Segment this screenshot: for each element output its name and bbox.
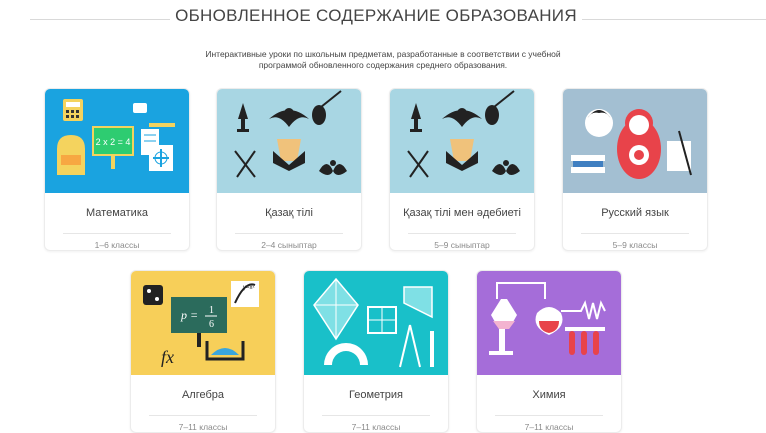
course-grades: 7–11 классы [524,422,574,432]
page-title: ОБНОВЛЕННОЕ СОДЕРЖАНИЕ ОБРАЗОВАНИЯ [175,6,577,25]
kazakh-ornament-icon [390,89,534,193]
svg-text:y=x²: y=x² [243,285,255,291]
course-card-mathematics[interactable]: 2 x 2 = 4 Математика 1–6 классы [44,88,190,251]
course-name: Қазақ тілі [265,207,313,219]
header-divider-right [582,19,766,20]
course-card-algebra[interactable]: p = 1 6 y=x² fx Алгебра 7–11 классы [130,270,276,433]
card-divider [408,233,516,234]
course-name: Алгебра [181,389,225,401]
svg-text:6: 6 [209,319,214,330]
subtitle-line-2: программой обновленного содержания средн… [258,60,508,70]
course-name: Қазақ тілі мен әдебиеті [403,207,521,219]
course-card-kazakh-literature[interactable]: Қазақ тілі мен әдебиеті 5–9 сыныптар [389,88,535,251]
course-grades: 5–9 классы [612,240,658,250]
course-grades: 7–11 классы [178,422,228,432]
page-subtitle: Интерактивные уроки по школьным предмета… [150,49,616,71]
header-divider-left [30,19,170,20]
svg-text:p =: p = [180,308,198,322]
chemistry-icon [477,271,621,375]
course-card-chemistry[interactable]: Химия 7–11 классы [476,270,622,433]
geometry-icon [304,271,448,375]
svg-text:fx: fx [161,347,174,367]
course-grades: 1–6 классы [94,240,140,250]
matryoshka-icon [563,89,707,193]
course-grades: 7–11 классы [351,422,401,432]
algebra-icon: p = 1 6 y=x² fx [131,271,275,375]
course-grades: 5–9 сыныптар [434,240,490,250]
section-header: ОБНОВЛЕННОЕ СОДЕРЖАНИЕ ОБРАЗОВАНИЯ [0,6,766,32]
course-name: Математика [86,207,148,219]
card-divider [495,415,603,416]
card-divider [63,233,171,234]
course-card-geometry[interactable]: Геометрия 7–11 классы [303,270,449,433]
course-name: Геометрия [348,389,404,401]
course-name: Химия [532,389,566,401]
course-card-kazakh-language[interactable]: Қазақ тілі 2–4 сыныптар [216,88,362,251]
course-grades: 2–4 сыныптар [261,240,317,250]
kazakh-ornament-icon [217,89,361,193]
svg-text:1: 1 [209,305,214,316]
card-divider [322,415,430,416]
card-divider [235,233,343,234]
card-divider [149,415,257,416]
course-name: Русский язык [601,207,669,219]
course-card-russian[interactable]: Русский язык 5–9 классы [562,88,708,251]
svg-text:2 x 2 = 4: 2 x 2 = 4 [96,137,131,147]
math-supplies-icon: 2 x 2 = 4 [45,89,189,193]
subtitle-line-1: Интерактивные уроки по школьным предмета… [205,49,561,59]
card-divider [581,233,689,234]
